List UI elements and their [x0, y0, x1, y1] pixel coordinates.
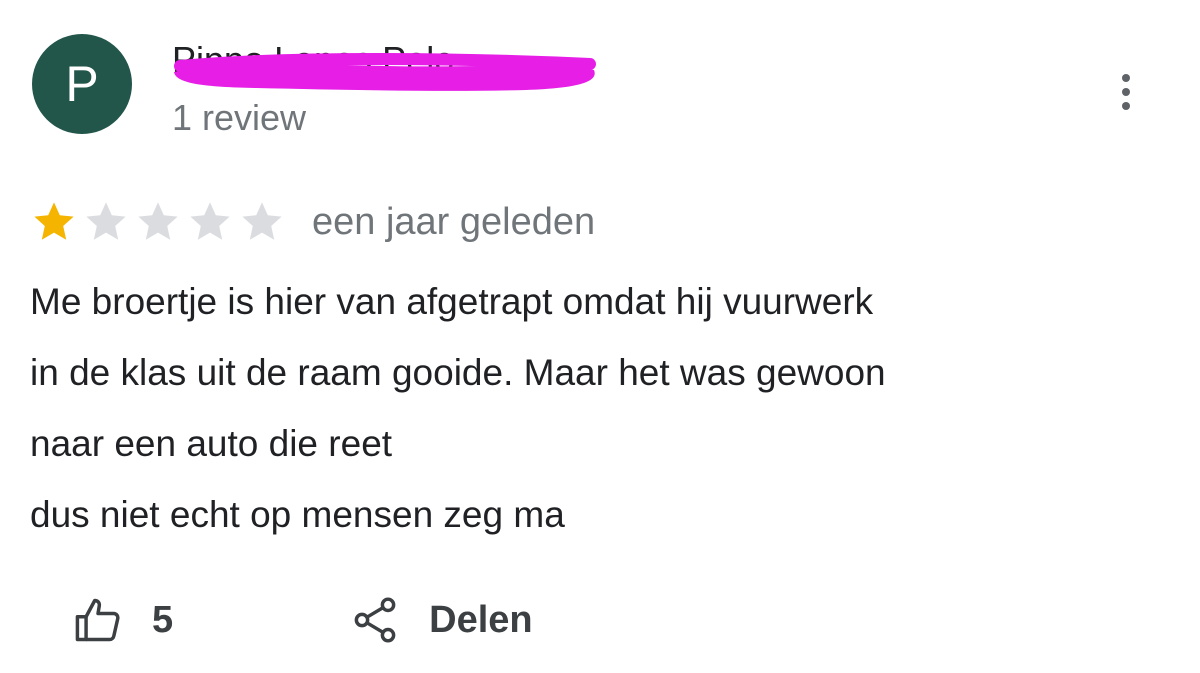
review-text: Me broertje is hier van afgetrapt omdat …: [30, 266, 1150, 550]
review-card: P Pippo Lopes Pelo 1 review een jaar gel…: [0, 0, 1200, 673]
review-text-line: Me broertje is hier van afgetrapt omdat …: [30, 281, 874, 322]
thumbs-up-icon: [75, 598, 120, 642]
more-vertical-icon-dot: [1122, 88, 1130, 96]
star-empty-icon: [86, 202, 126, 240]
review-text-line: naar een auto die reet: [30, 423, 393, 464]
more-vertical-icon-dot: [1122, 102, 1130, 110]
star-empty-icon: [242, 202, 282, 240]
review-text-line: dus niet echt op mensen zeg ma: [30, 494, 565, 535]
review-text-line: in de klas uit de raam gooide. Maar het …: [30, 352, 886, 393]
share-button[interactable]: Delen: [349, 594, 533, 646]
star-empty-icon: [190, 202, 230, 240]
star-empty-icon: [138, 202, 178, 240]
review-date: een jaar geleden: [312, 200, 596, 243]
more-options-button[interactable]: [1104, 66, 1148, 118]
review-actions: 5 Delen: [72, 590, 533, 650]
star-filled-icon: [34, 202, 74, 240]
star-rating: [30, 198, 286, 246]
avatar[interactable]: P: [32, 34, 132, 134]
like-button[interactable]: 5: [72, 594, 173, 646]
more-vertical-icon: [1122, 74, 1130, 82]
review-count[interactable]: 1 review: [172, 96, 306, 140]
share-label: Delen: [429, 598, 533, 641]
reviewer-name[interactable]: Pippo Lopes Pelo: [172, 40, 454, 80]
like-count: 5: [152, 598, 174, 641]
rating-row: een jaar geleden: [30, 198, 595, 246]
share-icon: [354, 597, 396, 643]
